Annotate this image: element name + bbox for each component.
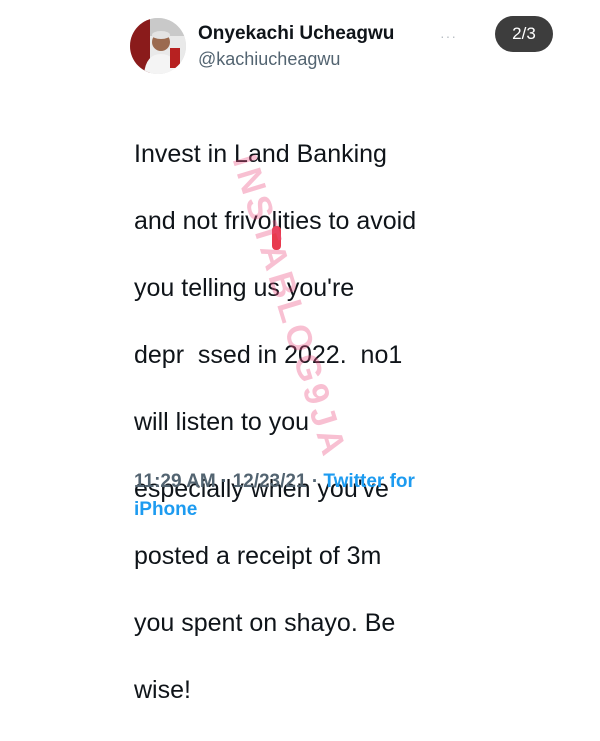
- avatar[interactable]: [130, 18, 186, 74]
- meta-line: iPhone: [134, 496, 494, 524]
- image-counter-badge: 2/3: [495, 16, 553, 52]
- tweet-screenshot: Onyekachi Ucheagwu @kachiucheagwu ··· 2/…: [0, 0, 600, 704]
- avatar-image: [130, 18, 186, 74]
- meta-separator: ·: [311, 471, 319, 492]
- tweet-date[interactable]: 12/23/21: [233, 471, 307, 492]
- tweet-line: posted a receipt of 3m: [134, 541, 382, 570]
- tweet-line: you spent on shayo. Be: [134, 608, 396, 637]
- red-censor-mark: [272, 226, 281, 250]
- tweet-line: you telling us you're: [134, 273, 355, 302]
- tweet-line: Invest in Land Banking: [134, 139, 387, 168]
- tweet-line: will listen to you: [134, 407, 310, 436]
- tweet-line: and not frivolities to avoid: [134, 206, 417, 235]
- tweet-meta: 11:29 AM · 12/23/21 · Twitter for iPhone: [134, 468, 494, 524]
- user-handle[interactable]: @kachiucheagwu: [198, 47, 498, 71]
- tweet-source-link[interactable]: Twitter for: [323, 471, 414, 492]
- more-options-icon[interactable]: ···: [440, 28, 457, 44]
- meta-separator: ·: [220, 471, 228, 492]
- tweet-line: depr ssed in 2022. no1: [134, 340, 403, 369]
- tweet-time[interactable]: 11:29 AM: [134, 471, 216, 492]
- meta-line: 11:29 AM · 12/23/21 · Twitter for: [134, 468, 494, 496]
- tweet-text: Invest in Land Banking and not frivoliti…: [134, 104, 494, 741]
- tweet-line: wise!: [134, 675, 191, 704]
- tweet-source-link[interactable]: iPhone: [134, 499, 197, 520]
